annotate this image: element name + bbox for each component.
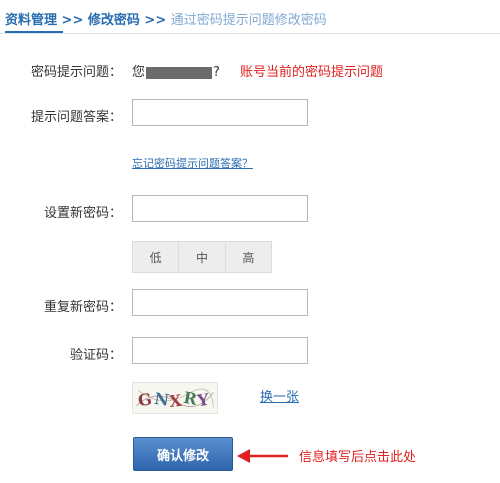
captcha-char: Y: [195, 390, 211, 411]
confirm-change-button[interactable]: 确认修改: [133, 437, 233, 471]
redacted-block: [146, 66, 213, 79]
breadcrumb-current: 通过密码提示问题修改密码: [170, 13, 327, 28]
breadcrumb-separator: >>: [61, 13, 84, 28]
answer-label: 提示问题答案：: [30, 110, 122, 125]
repeat-password-input[interactable]: [132, 289, 308, 316]
strength-high: 高: [225, 242, 271, 272]
breadcrumb-profile-link[interactable]: 资料管理: [5, 13, 57, 28]
captcha-image[interactable]: G N X R Y: [132, 382, 218, 414]
submit-note: 信息填写后点击此处: [299, 450, 417, 465]
security-question-value: 您?: [132, 65, 220, 80]
password-strength-meter: 低 中 高: [132, 241, 272, 273]
header-divider: [0, 33, 500, 34]
breadcrumb: 资料管理 >> 修改密码 >> 通过密码提示问题修改密码: [5, 9, 327, 28]
captcha-label: 验证码：: [69, 348, 122, 363]
refresh-captcha-link[interactable]: 换一张: [260, 386, 299, 405]
answer-input[interactable]: [132, 99, 308, 126]
breadcrumb-separator: >>: [144, 13, 167, 28]
breadcrumb-change-password-link[interactable]: 修改密码: [88, 13, 140, 28]
captcha-input[interactable]: [132, 337, 308, 364]
forgot-answer-link[interactable]: 忘记密码提示问题答案？: [132, 155, 253, 171]
new-password-input[interactable]: [132, 195, 308, 222]
captcha-char: G: [137, 389, 154, 410]
captcha-char: X: [168, 391, 183, 411]
left-arrow-icon: [237, 449, 288, 463]
strength-low: 低: [133, 242, 180, 272]
strength-medium: 中: [179, 242, 226, 272]
new-password-label: 设置新密码：: [43, 206, 122, 221]
repeat-password-label: 重复新密码：: [43, 300, 122, 315]
security-question-note: 账号当前的密码提示问题: [240, 65, 384, 80]
security-question-label: 密码提示问题：: [30, 65, 122, 80]
